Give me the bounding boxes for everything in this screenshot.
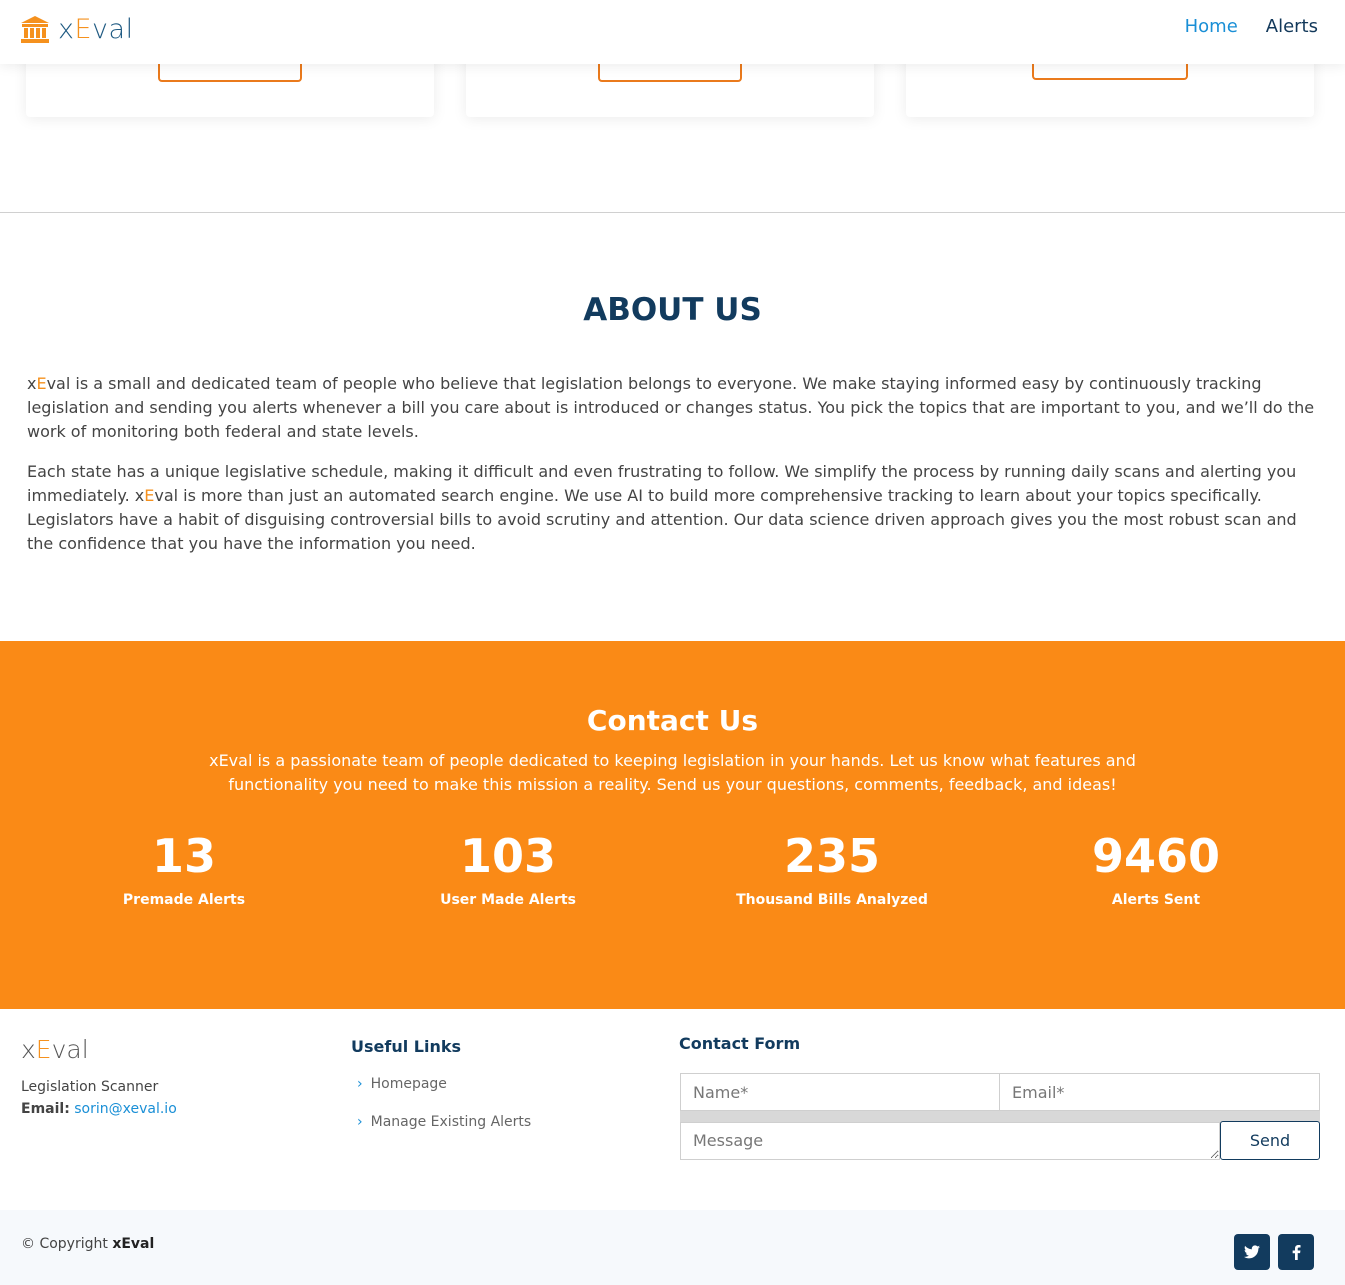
link-label: Manage Existing Alerts xyxy=(370,1114,532,1130)
about-paragraph-2: Each state has a unique legislative sche… xyxy=(27,462,1297,553)
chevron-right-icon: › xyxy=(357,1076,363,1092)
twitter-button[interactable] xyxy=(1234,1234,1270,1270)
stat-label: User Made Alerts xyxy=(440,891,576,908)
stat-label: Premade Alerts xyxy=(122,891,246,908)
link-label: Homepage xyxy=(370,1076,447,1092)
contact-title: Contact Us xyxy=(586,704,759,737)
send-button[interactable]: Send xyxy=(1220,1121,1320,1160)
stat-value: 235 xyxy=(783,829,881,883)
twitter-icon xyxy=(1244,1245,1260,1259)
facebook-icon xyxy=(1292,1244,1301,1260)
name-field[interactable] xyxy=(680,1073,1000,1111)
contact-description: xEval is a passionate team of people ded… xyxy=(209,751,1136,794)
email-field[interactable] xyxy=(999,1073,1320,1111)
stat-user-made-alerts: 103 User Made Alerts xyxy=(358,831,658,908)
contact-form-title: Contact Form xyxy=(679,1034,801,1053)
message-field[interactable] xyxy=(680,1122,1220,1160)
site-header: xEval Home Alerts xyxy=(0,0,1345,64)
stat-bills-analyzed: 235 Thousand Bills Analyzed xyxy=(682,831,982,908)
nav-alerts[interactable]: Alerts xyxy=(1266,16,1318,37)
facebook-button[interactable] xyxy=(1278,1234,1314,1270)
stat-value: 13 xyxy=(151,829,216,883)
footer-link-homepage[interactable]: › Homepage xyxy=(357,1076,447,1092)
stat-label: Alerts Sent xyxy=(1111,891,1201,908)
stat-value: 9460 xyxy=(1091,829,1221,883)
logo[interactable]: xEval xyxy=(20,14,134,45)
about-paragraph-1: xEval is a small and dedicated team of p… xyxy=(27,374,1315,441)
main-nav: Home Alerts xyxy=(1185,16,1318,37)
footer-tagline: Legislation Scanner xyxy=(21,1079,159,1095)
footer-bottom-bar: © Copyright xEval xyxy=(0,1210,1345,1285)
useful-links-title: Useful Links xyxy=(351,1037,462,1056)
about-title: ABOUT US xyxy=(583,292,762,328)
email-label: Email: xyxy=(21,1101,70,1117)
footer-brand: xEval xyxy=(21,1035,89,1064)
inline-brand: xEval xyxy=(27,374,71,393)
stat-premade-alerts: 13 Premade Alerts xyxy=(34,831,334,908)
inline-brand: xEval xyxy=(134,486,179,505)
contact-section: Contact Us xEval is a passionate team of… xyxy=(0,641,1345,1009)
stat-alerts-sent: 9460 Alerts Sent xyxy=(1006,831,1306,908)
footer-link-manage-alerts[interactable]: › Manage Existing Alerts xyxy=(357,1114,531,1130)
email-link[interactable]: sorin@xeval.io xyxy=(74,1101,177,1117)
logo-text: xEval xyxy=(58,14,134,45)
footer-email: Email: sorin@xeval.io xyxy=(21,1101,177,1117)
chevron-right-icon: › xyxy=(357,1114,363,1130)
copyright: © Copyright xEval xyxy=(21,1236,155,1252)
stat-label: Thousand Bills Analyzed xyxy=(736,891,928,908)
nav-home[interactable]: Home xyxy=(1185,16,1238,37)
bank-icon xyxy=(21,15,49,43)
stat-value: 103 xyxy=(459,829,557,883)
